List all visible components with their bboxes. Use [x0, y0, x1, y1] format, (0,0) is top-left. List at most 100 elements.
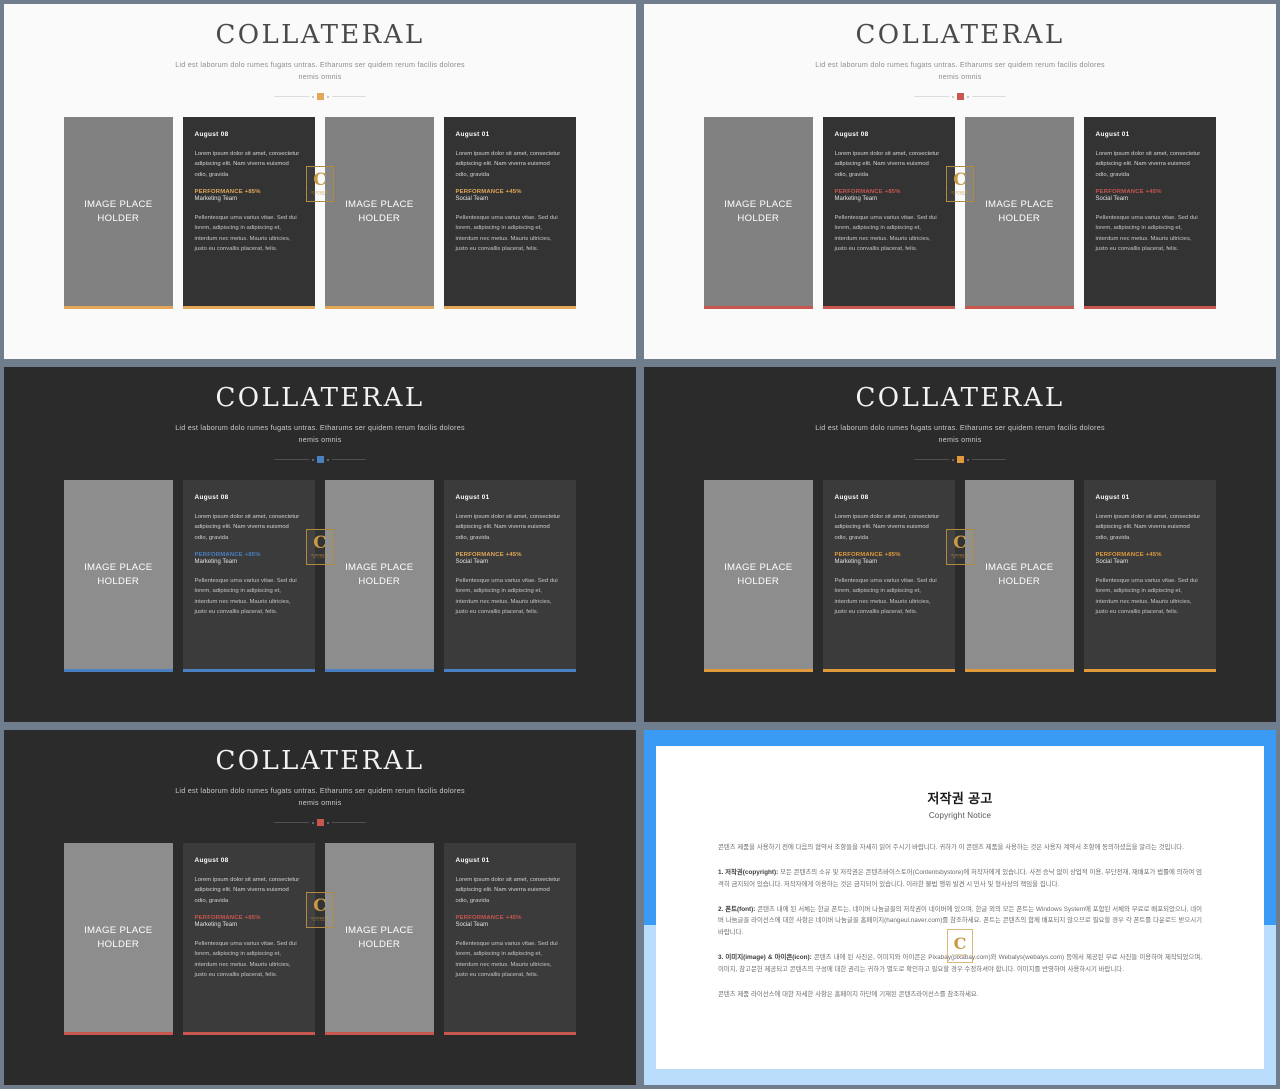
slide-header: COLLATERAL Lid est laborum dolo rumes fu…	[4, 4, 636, 101]
card-team: Marketing Team	[194, 558, 238, 565]
card-lead: Lorem ipsum dolor sit amet, consectetur …	[194, 151, 300, 178]
card-date: August 08	[194, 857, 229, 864]
image-placeholder-card[interactable]: IMAGE PLACE HOLDER	[325, 480, 434, 672]
image-placeholder-card[interactable]: IMAGE PLACE HOLDER	[704, 117, 813, 309]
logo-tagline: BY STORE	[953, 557, 967, 559]
card-lead: Lorem ipsum dolor sit amet, consectetur …	[834, 151, 940, 178]
copyright-title: 저작권 공고	[927, 791, 993, 806]
slide-panel-2[interactable]: COLLATERAL Lid est laborum dolo rumes fu…	[640, 0, 1280, 363]
copyright-panel[interactable]: 저작권 공고 Copyright Notice 콘텐츠 제품을 사용하기 전에 …	[640, 726, 1280, 1089]
content-card-left[interactable]: August 08 Lorem ipsum dolor sit amet, co…	[182, 117, 315, 309]
image-placeholder-card[interactable]: IMAGE PLACE HOLDER	[325, 117, 434, 309]
content-card-right[interactable]: August 01 Lorem ipsum dolor sit amet, co…	[1083, 480, 1216, 672]
image-placeholder-label: IMAGE PLACE HOLDER	[985, 561, 1054, 587]
card-performance: PERFORMANCE +45%	[455, 188, 522, 195]
card-performance: PERFORMANCE +85%	[834, 551, 901, 558]
image-placeholder-card[interactable]: IMAGE PLACE HOLDER	[64, 480, 173, 672]
card-date: August 01	[455, 494, 490, 501]
slide-subtitle: Lid est laborum dolo rumes fugats untras…	[175, 423, 465, 445]
slide-panel-1[interactable]: COLLATERAL Lid est laborum dolo rumes fu…	[0, 0, 640, 363]
image-placeholder-card[interactable]: IMAGE PLACE HOLDER	[325, 843, 434, 1035]
contents-logo-icon: C CONTENTS BY STORE	[946, 166, 974, 202]
image-placeholder-label: IMAGE PLACE HOLDER	[345, 198, 414, 224]
card-body: Pellentesque urna varius vitae. Sed dui …	[455, 940, 558, 978]
image-placeholder-label: IMAGE PLACE HOLDER	[84, 198, 153, 224]
content-card-left[interactable]: August 08 Lorem ipsum dolor sit amet, co…	[182, 843, 315, 1035]
divider-accent-square	[956, 456, 964, 464]
image-placeholder-card[interactable]: IMAGE PLACE HOLDER	[704, 480, 813, 672]
copyright-item-1: 1. 저작권(copyright): 모든 콘텐츠의 소유 및 저작권은 콘텐츠…	[718, 867, 1202, 891]
slide-panel-4[interactable]: COLLATERAL Lid est laborum dolo rumes fu…	[640, 363, 1280, 726]
logo-tagline: BY STORE	[313, 194, 327, 196]
logo-letter: C	[313, 896, 327, 916]
content-card-right[interactable]: August 01 Lorem ipsum dolor sit amet, co…	[443, 843, 576, 1035]
contents-logo-icon: C CONTENTS BY STORE	[946, 529, 974, 565]
contents-logo-icon: C CONTENTS BY STORE	[306, 892, 334, 928]
slide-title: COLLATERAL	[215, 383, 425, 413]
card-lead: Lorem ipsum dolor sit amet, consectetur …	[1095, 151, 1201, 178]
card-team: Social Team	[455, 921, 489, 928]
image-placeholder-card[interactable]: IMAGE PLACE HOLDER	[64, 117, 173, 309]
content-card-right[interactable]: August 01 Lorem ipsum dolor sit amet, co…	[443, 117, 576, 309]
content-card-left[interactable]: August 08 Lorem ipsum dolor sit amet, co…	[822, 480, 955, 672]
card-lead: Lorem ipsum dolor sit amet, consectetur …	[455, 151, 561, 178]
card-performance: PERFORMANCE +85%	[194, 188, 261, 195]
card-date: August 01	[455, 131, 490, 138]
image-placeholder-label: IMAGE PLACE HOLDER	[724, 561, 793, 587]
image-placeholder-label: IMAGE PLACE HOLDER	[724, 198, 793, 224]
image-placeholder-label: IMAGE PLACE HOLDER	[345, 561, 414, 587]
image-placeholder-card[interactable]: IMAGE PLACE HOLDER	[965, 480, 1074, 672]
logo-tagline: BY STORE	[953, 194, 967, 196]
image-placeholder-card[interactable]: IMAGE PLACE HOLDER	[64, 843, 173, 1035]
card-team: Social Team	[1095, 195, 1129, 202]
slide-header: COLLATERAL Lid est laborum dolo rumes fu…	[644, 367, 1276, 464]
slide-panel-3[interactable]: COLLATERAL Lid est laborum dolo rumes fu…	[0, 363, 640, 726]
slide-title: COLLATERAL	[215, 746, 425, 776]
logo-tagline: BY STORE	[313, 557, 327, 559]
card-body: Pellentesque urna varius vitae. Sed dui …	[194, 577, 297, 615]
copyright-intro: 콘텐츠 제품을 사용하기 전에 다음의 협약서 조항들을 자세히 읽어 주시기 …	[718, 844, 1184, 851]
logo-letter: C	[313, 533, 327, 553]
card-performance: PERFORMANCE +85%	[834, 188, 901, 195]
card-body: Pellentesque urna varius vitae. Sed dui …	[455, 214, 558, 252]
divider-accent-square	[316, 456, 324, 464]
slide-header: COLLATERAL Lid est laborum dolo rumes fu…	[4, 367, 636, 464]
logo-letter: C	[313, 170, 327, 190]
card-date: August 08	[834, 494, 869, 501]
card-body: Pellentesque urna varius vitae. Sed dui …	[194, 940, 297, 978]
card-body: Pellentesque urna varius vitae. Sed dui …	[194, 214, 297, 252]
card-body: Pellentesque urna varius vitae. Sed dui …	[1095, 214, 1198, 252]
content-card-right[interactable]: August 01 Lorem ipsum dolor sit amet, co…	[1083, 117, 1216, 309]
card-body: Pellentesque urna varius vitae. Sed dui …	[1095, 577, 1198, 615]
copyright-footer: 콘텐츠 제품 라이선스에 대한 자세한 사항은 홈페이지 하단에 기재된 콘텐츠…	[718, 990, 979, 998]
logo-letter: C	[953, 533, 967, 553]
card-lead: Lorem ipsum dolor sit amet, consectetur …	[455, 514, 561, 541]
header-divider	[274, 818, 366, 827]
card-performance: PERFORMANCE +45%	[455, 551, 522, 558]
image-placeholder-card[interactable]: IMAGE PLACE HOLDER	[965, 117, 1074, 309]
contents-logo-icon: C CONTENTS BY STORE	[306, 166, 334, 202]
slide-subtitle: Lid est laborum dolo rumes fugats untras…	[815, 60, 1105, 82]
slide-panel-5[interactable]: COLLATERAL Lid est laborum dolo rumes fu…	[0, 726, 640, 1089]
header-divider	[274, 455, 366, 464]
copyright-body: 콘텐츠 제품을 사용하기 전에 다음의 협약서 조항들을 자세히 읽어 주시기 …	[718, 842, 1202, 1001]
card-lead: Lorem ipsum dolor sit amet, consectetur …	[455, 877, 561, 904]
card-lead: Lorem ipsum dolor sit amet, consectetur …	[1095, 514, 1201, 541]
card-team: Social Team	[1095, 558, 1129, 565]
content-card-left[interactable]: August 08 Lorem ipsum dolor sit amet, co…	[822, 117, 955, 309]
content-card-left[interactable]: August 08 Lorem ipsum dolor sit amet, co…	[182, 480, 315, 672]
copyright-item-2-label: 2. 폰트(font):	[718, 905, 756, 913]
card-team: Marketing Team	[834, 195, 878, 202]
header-divider	[914, 92, 1006, 101]
card-row: IMAGE PLACE HOLDER August 08 Lorem ipsum…	[64, 843, 576, 1035]
card-row: IMAGE PLACE HOLDER August 08 Lorem ipsum…	[704, 480, 1216, 672]
logo-letter: C	[953, 933, 967, 953]
card-date: August 01	[455, 857, 490, 864]
content-card-right[interactable]: August 01 Lorem ipsum dolor sit amet, co…	[443, 480, 576, 672]
card-body: Pellentesque urna varius vitae. Sed dui …	[834, 214, 937, 252]
card-team: Social Team	[455, 195, 489, 202]
card-date: August 08	[194, 131, 229, 138]
contents-logo-icon: C CONTENTS BY STORE	[306, 529, 334, 565]
copyright-item-1-label: 1. 저작권(copyright):	[718, 868, 779, 876]
card-body: Pellentesque urna varius vitae. Sed dui …	[455, 577, 558, 615]
